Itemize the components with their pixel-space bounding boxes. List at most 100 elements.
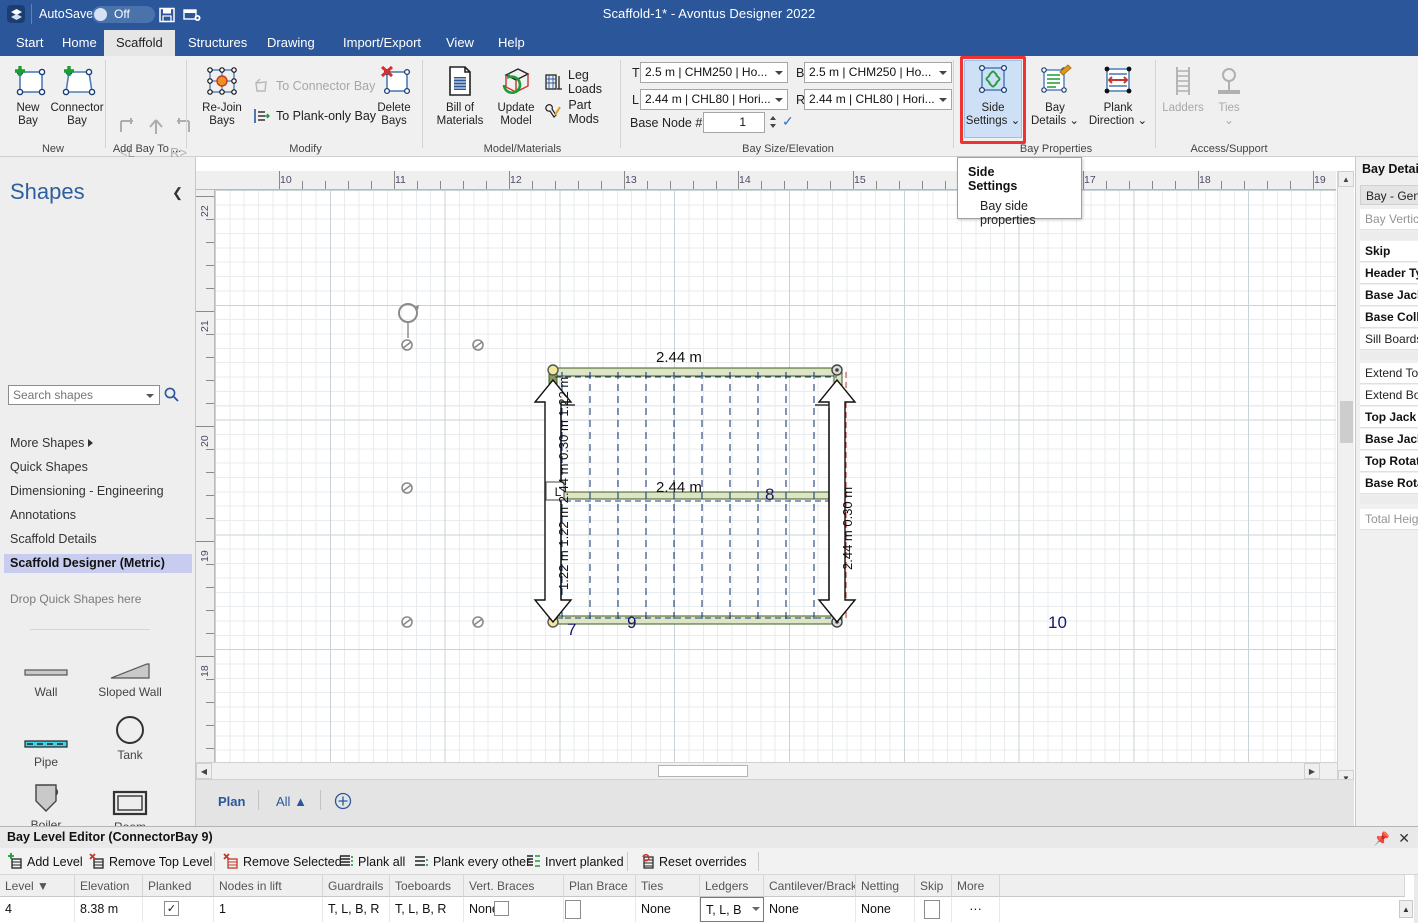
shapes-collapse-chevron-left-icon[interactable]: ❮ <box>172 185 183 201</box>
spinner-down-icon[interactable] <box>770 124 776 128</box>
scroll-horizontal-thumb[interactable] <box>658 765 748 777</box>
bay-details-row-top-rotation[interactable]: Top Rotati <box>1360 451 1418 472</box>
tab-import-export[interactable]: Import/Export <box>331 30 433 56</box>
table-header-ties[interactable]: Ties <box>636 875 700 897</box>
chevron-up-icon[interactable]: ▲ <box>294 794 307 809</box>
bay-details-row-base-collar[interactable]: Base Collar <box>1360 307 1418 328</box>
scroll-vertical-thumb[interactable] <box>1340 401 1353 443</box>
bay-details-row-base-jack-height[interactable]: Base Jack H <box>1360 429 1418 450</box>
tab-structures[interactable]: Structures <box>176 30 259 56</box>
spinner-up-icon[interactable] <box>770 116 776 120</box>
sidebar-item-annotations[interactable]: Annotations <box>10 506 186 525</box>
add-level-button[interactable]: Add Level <box>6 851 83 872</box>
to-plank-only-bay-button[interactable]: To Plank-only Bay <box>250 104 376 128</box>
table-cell-netting[interactable]: None <box>856 897 915 922</box>
table-header-planked[interactable]: Planked <box>143 875 214 897</box>
search-chevron-down-icon[interactable] <box>146 394 154 398</box>
tab-scaffold[interactable]: Scaffold <box>104 30 175 56</box>
plan-brace-checkbox[interactable] <box>565 900 581 919</box>
bay-details-section-general[interactable]: Bay - Gene <box>1360 185 1418 205</box>
table-cell-cantilever-bracket[interactable]: None <box>764 897 856 922</box>
table-cell-more[interactable]: ··· <box>952 897 1000 922</box>
bay-details-row-bay-vertical[interactable]: Bay Vertica <box>1360 209 1418 230</box>
add-bay-top-icon[interactable] <box>145 116 167 138</box>
table-header-vert-braces[interactable]: Vert. Braces <box>464 875 564 897</box>
table-header-more[interactable]: More <box>952 875 1000 897</box>
tab-start[interactable]: Start <box>4 30 55 56</box>
ladders-button[interactable]: Ladders <box>1157 60 1209 115</box>
search-shapes-box[interactable] <box>8 385 160 405</box>
stencil-item-wall[interactable]: Wall <box>4 642 88 699</box>
rejoin-bays-button[interactable]: Re-Join Bays <box>192 60 252 128</box>
table-header-netting[interactable]: Netting <box>856 875 915 897</box>
table-cell-nodes-in-lift[interactable]: 1 <box>214 897 323 922</box>
sidebar-item-scaffold-details[interactable]: Scaffold Details <box>10 530 186 549</box>
pin-icon[interactable]: 📌 <box>1374 831 1390 847</box>
stencil-item-room[interactable]: Room <box>88 777 172 826</box>
bay-details-button[interactable]: Bay Details ⌄ <box>1028 60 1082 128</box>
plank-every-other-button[interactable]: Plank every other <box>412 851 530 872</box>
drawing-surface[interactable]: 2.44 m 2.44 m 8 7 9 10 L 1.22 m 1.22 m 2… <box>215 190 1336 786</box>
bay-details-chevron-down-icon[interactable]: ⌄ <box>1069 115 1079 127</box>
delete-bays-button[interactable]: Delete Bays <box>370 60 418 128</box>
bay-details-row-sill-boards[interactable]: Sill Boards <box>1360 329 1418 350</box>
search-input[interactable] <box>11 387 137 403</box>
bay-size-right-combo[interactable]: 2.44 m | CHL80 | Hori... <box>804 89 952 110</box>
connector-bay-button[interactable]: Connector Bay <box>46 60 108 128</box>
scroll-left-button[interactable]: ◀ <box>196 763 212 779</box>
table-cell-toeboards[interactable]: T, L, B, R <box>390 897 464 922</box>
bay-details-row-header-type[interactable]: Header Typ <box>1360 263 1418 284</box>
ties-chevron-down-icon[interactable]: ⌄ <box>1224 115 1234 127</box>
table-cell-elevation[interactable]: 8.38 m <box>75 897 143 922</box>
skip-checkbox[interactable] <box>924 900 940 919</box>
stencil-item-sloped-wall[interactable]: Sloped Wall <box>88 642 172 699</box>
update-model-button[interactable]: Update Model <box>486 60 546 128</box>
part-mods-button[interactable]: Part Mods <box>544 98 621 126</box>
canvas-horizontal-scrollbar[interactable]: ◀ ▶ <box>196 762 1337 779</box>
add-page-icon[interactable] <box>334 792 352 813</box>
tab-home[interactable]: Home <box>50 30 109 56</box>
bill-of-materials-button[interactable]: Bill of Materials <box>430 60 490 128</box>
remove-selected-button[interactable]: Remove Selected <box>222 851 342 872</box>
table-header-ledgers[interactable]: Ledgers <box>700 875 764 897</box>
bay-details-row-extend-top[interactable]: Extend Top <box>1360 363 1418 384</box>
bay-details-row-top-jack-height[interactable]: Top Jack H <box>1360 407 1418 428</box>
stencil-item-boiler[interactable]: Boiler <box>4 775 88 826</box>
confirm-check-icon[interactable]: ✓ <box>782 113 794 130</box>
sidebar-item-dimensioning-engineering[interactable]: Dimensioning - Engineering <box>10 482 186 501</box>
planked-checkbox[interactable]: ✓ <box>164 901 179 916</box>
table-header-guardrails[interactable]: Guardrails <box>323 875 390 897</box>
ledgers-chevron-down-icon[interactable] <box>752 907 760 911</box>
table-header-level[interactable]: Level ▼ <box>0 875 75 897</box>
table-header-nodes-in-lift[interactable]: Nodes in lift <box>214 875 323 897</box>
table-scroll-up-button[interactable]: ▲ <box>1399 900 1413 918</box>
tab-drawing[interactable]: Drawing <box>255 30 327 56</box>
canvas-vertical-scrollbar[interactable]: ▲ ▼ <box>1337 171 1354 786</box>
sidebar-item-quick-shapes[interactable]: Quick Shapes <box>10 458 186 477</box>
sidebar-item-scaffold-designer-metric[interactable]: Scaffold Designer (Metric) <box>4 554 192 573</box>
invert-planked-button[interactable]: Invert planked <box>524 851 624 872</box>
leg-loads-button[interactable]: Leg Loads <box>544 68 621 96</box>
search-icon[interactable] <box>163 386 180 406</box>
table-cell-level[interactable]: 4 <box>0 897 75 922</box>
page-tab-all[interactable]: All ▲ <box>276 794 307 809</box>
close-icon[interactable]: ✕ <box>1398 830 1410 847</box>
plank-direction-button[interactable]: Plank Direction ⌄ <box>1086 60 1150 128</box>
to-connector-bay-button[interactable]: To Connector Bay <box>250 74 375 98</box>
bay-details-row-skip[interactable]: Skip <box>1360 241 1418 262</box>
plank-direction-chevron-down-icon[interactable]: ⌄ <box>1137 115 1147 127</box>
sidebar-item-more-shapes[interactable]: More Shapes <box>10 434 186 453</box>
table-cell-vert-braces[interactable]: None <box>464 897 564 922</box>
table-header-plan-brace[interactable]: Plan Brace <box>564 875 636 897</box>
bay-details-row-total-height[interactable]: Total Heig <box>1360 509 1418 530</box>
bay-size-bottom-combo[interactable]: 2.5 m | CHM250 | Ho... <box>804 62 952 83</box>
table-header-toeboards[interactable]: Toeboards <box>390 875 464 897</box>
remove-top-level-button[interactable]: Remove Top Level <box>88 851 212 872</box>
stencil-item-tank[interactable]: Tank <box>88 705 172 762</box>
add-bay-top-left-icon[interactable] <box>117 116 139 138</box>
table-header-cantilever-bracket[interactable]: Cantilever/Bracket <box>764 875 856 897</box>
table-header-elevation[interactable]: Elevation <box>75 875 143 897</box>
table-cell-ties[interactable]: None <box>636 897 700 922</box>
table-cell-guardrails[interactable]: T, L, B, R <box>323 897 390 922</box>
bay-size-top-combo[interactable]: 2.5 m | CHM250 | Ho... <box>640 62 788 83</box>
